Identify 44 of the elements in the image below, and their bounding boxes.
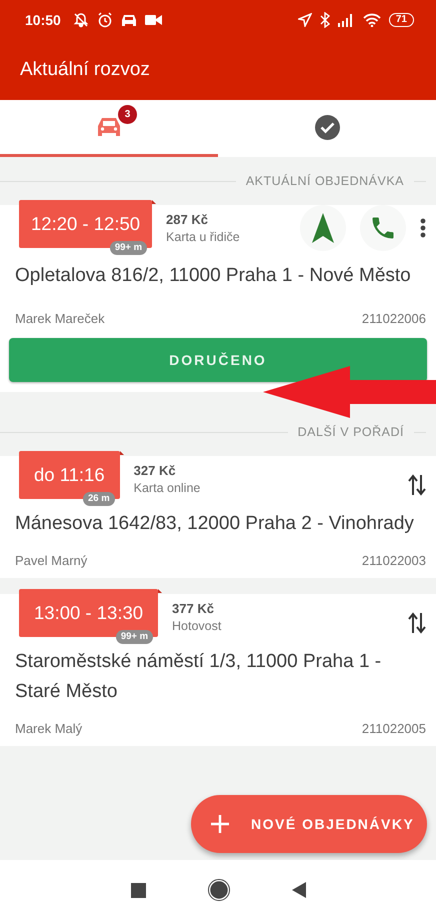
reorder-icon[interactable] bbox=[408, 474, 426, 496]
customer-name: Pavel Marný bbox=[15, 553, 88, 568]
status-time: 10:50 bbox=[25, 12, 61, 28]
order-price: 377 Kč bbox=[172, 601, 215, 616]
customer-name: Marek Mareček bbox=[15, 311, 105, 326]
bell-off-icon bbox=[72, 12, 89, 28]
plus-icon bbox=[211, 815, 229, 833]
bluetooth-icon bbox=[320, 12, 330, 28]
delivery-address: Opletalova 816/2, 11000 Praha 1 - Nové Město bbox=[14, 264, 412, 288]
payment-method: Hotovost bbox=[172, 619, 222, 633]
navigation-arrow-icon bbox=[312, 213, 334, 243]
order-number: 211022005 bbox=[362, 721, 426, 736]
order-number: 211022003 bbox=[362, 553, 426, 568]
video-icon bbox=[144, 14, 162, 26]
car-icon bbox=[120, 13, 137, 27]
phone-button[interactable] bbox=[360, 205, 406, 251]
payment-method: Karta online bbox=[134, 481, 200, 495]
signal-icon bbox=[338, 13, 355, 27]
home-icon[interactable] bbox=[208, 879, 230, 901]
app-title: Aktuální rozvoz bbox=[20, 59, 150, 81]
location-icon bbox=[298, 13, 312, 27]
delivery-address: Mánesova 1642/83, 12000 Praha 2 - Vinohrady bbox=[14, 512, 415, 536]
recents-icon[interactable] bbox=[130, 882, 146, 898]
car-icon bbox=[97, 117, 121, 137]
distance-badge: 99+ m bbox=[116, 630, 154, 644]
section-title: AKTUÁLNÍ OBJEDNÁVKA bbox=[246, 174, 404, 188]
count-badge: 3 bbox=[118, 105, 137, 124]
distance-badge: 99+ m bbox=[110, 241, 148, 255]
reorder-icon[interactable] bbox=[408, 612, 426, 634]
customer-name: Marek Malý bbox=[15, 721, 82, 736]
check-circle-icon bbox=[314, 114, 340, 140]
order-price: 287 Kč bbox=[166, 212, 209, 227]
section-title: DALŠÍ V POŘADÍ bbox=[298, 425, 404, 439]
alarm-icon bbox=[96, 12, 113, 28]
delivery-address: Staroměstské náměstí 1/3, 11000 Praha 1 - Staré Město bbox=[14, 650, 382, 704]
order-number: 211022006 bbox=[362, 311, 426, 326]
back-icon[interactable] bbox=[292, 882, 306, 898]
navigation-button[interactable] bbox=[300, 205, 346, 251]
order-price: 327 Kč bbox=[134, 463, 177, 478]
distance-badge: 26 m bbox=[82, 492, 115, 506]
wifi-icon bbox=[362, 13, 381, 27]
battery-level: 71 bbox=[388, 13, 414, 27]
more-icon[interactable] bbox=[420, 218, 426, 238]
payment-method: Karta u řidiče bbox=[166, 230, 240, 244]
